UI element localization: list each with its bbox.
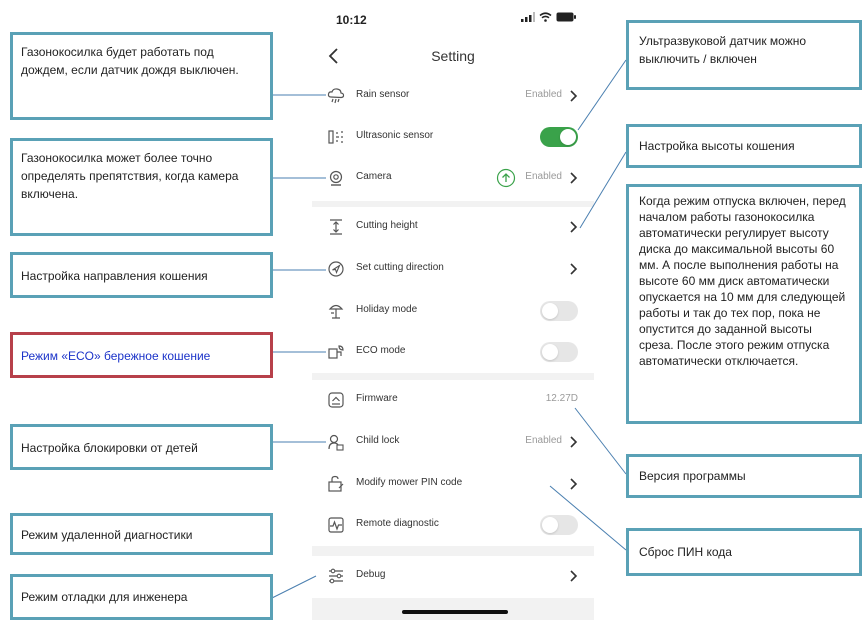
holiday-icon [328, 304, 344, 319]
chevron-right-icon [570, 221, 578, 233]
lock-icon [328, 434, 344, 451]
direction-icon [328, 261, 344, 277]
setting-row-holiday-mode: Holiday mode [312, 291, 594, 331]
chevron-right-icon [570, 436, 578, 448]
setting-value: Enabled [525, 435, 562, 446]
setting-label: Cutting height [356, 220, 418, 231]
toggle-knob [542, 517, 558, 533]
annotation-rain-sensor: Газонокосилка будет работать под дождем,… [10, 32, 273, 120]
connector-debug [271, 575, 317, 599]
setting-label: Set cutting direction [356, 262, 444, 273]
rain-icon [327, 88, 345, 104]
setting-label: Camera [356, 171, 392, 182]
page-title: Setting [431, 48, 475, 64]
setting-row-child-lock[interactable]: Child lock Enabled [312, 422, 594, 462]
firmware-version: 12.27D [545, 393, 578, 404]
setting-row-ultrasonic-sensor: Ultrasonic sensor [312, 117, 594, 157]
annotation-firmware: Версия программы [626, 454, 862, 498]
settings-group-mowing: Cutting height Set cutting direction Hol… [312, 207, 594, 373]
eco-mode-toggle[interactable] [540, 342, 578, 362]
firmware-icon [328, 392, 344, 408]
debug-icon [329, 568, 343, 584]
annotation-remote-diagnostic: Режим удаленной диагностики [10, 513, 273, 555]
setting-label: Holiday mode [356, 304, 418, 315]
holiday-mode-toggle[interactable] [540, 301, 578, 321]
setting-label: Modify mower PIN code [356, 477, 463, 488]
settings-group-debug: Debug [312, 556, 594, 598]
pin-icon [328, 475, 344, 492]
setting-value: Enabled [525, 89, 562, 100]
chevron-right-icon [570, 263, 578, 275]
diagnostic-icon [328, 517, 344, 533]
setting-row-eco-mode: ECO mode [312, 332, 594, 372]
setting-row-debug[interactable]: Debug [312, 556, 594, 596]
eco-icon [328, 345, 344, 359]
annotation-eco-mode: Режим «ECO» бережное кошение [10, 332, 273, 378]
settings-group-system: Firmware 12.27D Child lock Enabled Modif… [312, 380, 594, 546]
setting-row-cutting-direction[interactable]: Set cutting direction [312, 249, 594, 289]
annotation-ultrasonic-sensor: Ультразвуковой датчик можно выключить / … [626, 20, 862, 90]
annotation-child-lock: Настройка блокировки от детей [10, 424, 273, 470]
setting-row-cutting-height[interactable]: Cutting height [312, 207, 594, 247]
toggle-knob [542, 344, 558, 360]
setting-label: Remote diagnostic [356, 518, 439, 529]
setting-row-pin-code[interactable]: Modify mower PIN code [312, 464, 594, 504]
setting-row-firmware: Firmware 12.27D [312, 380, 594, 420]
signal-icon [521, 12, 535, 22]
chevron-right-icon [570, 90, 578, 102]
toggle-knob [560, 129, 576, 145]
setting-label: Ultrasonic sensor [356, 130, 434, 141]
settings-group-sensors: Rain sensor Enabled Ultrasonic sensor Ca… [312, 76, 594, 201]
annotation-camera: Газонокосилка может более точно определя… [10, 138, 273, 236]
setting-label: Debug [356, 569, 386, 580]
setting-row-camera[interactable]: Camera Enabled [312, 158, 594, 198]
phone-screen: 10:12 Setting Rain sensor Enabled Ultras… [312, 0, 594, 620]
status-bar: 10:12 [312, 0, 594, 36]
ultrasonic-toggle[interactable] [540, 127, 578, 147]
setting-label: Rain sensor [356, 89, 410, 100]
annotation-cutting-direction: Настройка направления кошения [10, 252, 273, 298]
annotation-pin-code: Сброс ПИН кода [626, 528, 862, 576]
home-indicator [402, 610, 508, 614]
setting-row-rain-sensor[interactable]: Rain sensor Enabled [312, 76, 594, 116]
setting-label: ECO mode [356, 345, 406, 356]
chevron-right-icon [570, 172, 578, 184]
annotation-debug: Режим отладки для инженера [10, 574, 273, 620]
setting-label: Child lock [356, 435, 400, 446]
battery-icon [556, 12, 576, 22]
chevron-right-icon [570, 478, 578, 490]
setting-value: Enabled [525, 171, 562, 182]
annotation-cutting-height: Настройка высоты кошения [626, 124, 862, 168]
nav-bar: Setting [312, 36, 594, 76]
status-icons [521, 12, 576, 22]
chevron-right-icon [570, 570, 578, 582]
remote-diagnostic-toggle[interactable] [540, 515, 578, 535]
camera-upload-icon [496, 168, 516, 188]
ultrasonic-icon [328, 130, 343, 144]
camera-icon [329, 170, 343, 186]
annotation-holiday-mode: Когда режим отпуска включен, перед начал… [626, 184, 862, 424]
setting-label: Firmware [356, 393, 398, 404]
height-icon [330, 219, 342, 235]
setting-row-remote-diagnostic: Remote diagnostic [312, 505, 594, 545]
wifi-icon [539, 12, 552, 22]
toggle-knob [542, 303, 558, 319]
status-time: 10:12 [336, 13, 367, 27]
